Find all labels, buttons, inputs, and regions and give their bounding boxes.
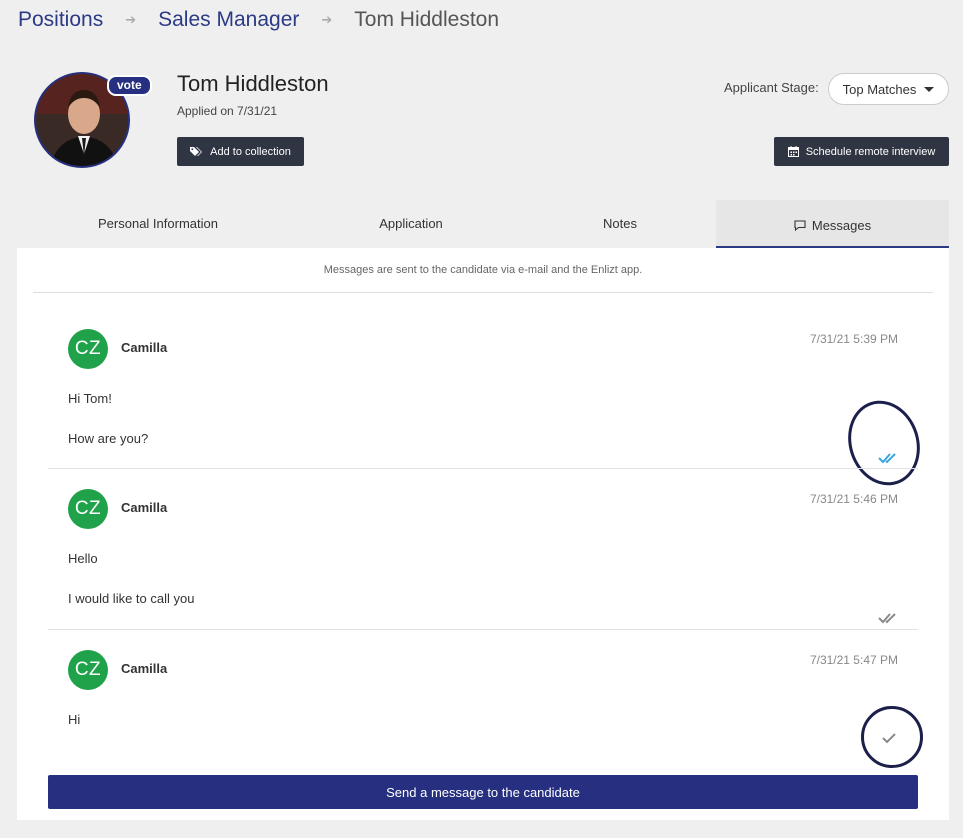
avatar: CZ bbox=[68, 489, 108, 529]
messages-note: Messages are sent to the candidate via e… bbox=[323, 264, 643, 276]
send-message-button[interactable]: Send a message to the candidate bbox=[48, 775, 918, 809]
message-item: CZ Camilla 7/31/21 5:46 PM Hello I would… bbox=[48, 469, 918, 629]
message-item: CZ Camilla 7/31/21 5:39 PM Hi Tom! How a… bbox=[48, 293, 918, 468]
add-to-collection-label: Add to collection bbox=[210, 145, 291, 158]
tab-application[interactable]: Application bbox=[299, 200, 523, 246]
tab-label: Messages bbox=[811, 217, 872, 233]
message-text: Hi bbox=[68, 712, 81, 727]
tab-notes[interactable]: Notes bbox=[523, 200, 717, 246]
message-timestamp: 7/31/21 5:47 PM bbox=[809, 653, 898, 667]
tab-label: Application bbox=[379, 215, 443, 231]
message-timestamp: 7/31/21 5:39 PM bbox=[809, 332, 898, 346]
double-check-icon[interactable] bbox=[878, 612, 898, 624]
tab-personal-information[interactable]: Personal Information bbox=[17, 200, 299, 246]
avatar: CZ bbox=[68, 329, 108, 369]
message-text: Hi Tom! bbox=[68, 391, 112, 406]
message-text: Hello bbox=[68, 551, 98, 566]
message-timestamp: 7/31/21 5:46 PM bbox=[809, 492, 898, 506]
applicant-stage-value: Top Matches bbox=[842, 81, 917, 97]
calendar-icon bbox=[787, 146, 799, 157]
breadcrumb-positions[interactable]: Positions bbox=[18, 8, 103, 32]
message-text: I would like to call you bbox=[68, 591, 195, 606]
applied-date: Applied on 7/31/21 bbox=[177, 104, 278, 118]
breadcrumb-current: Tom Hiddleston bbox=[354, 8, 500, 31]
chevron-down-icon bbox=[924, 86, 935, 92]
avatar: CZ bbox=[68, 650, 108, 690]
candidate-tabs: Personal Information Application Notes M… bbox=[17, 200, 949, 248]
arrow-right-icon: ➔ bbox=[321, 12, 333, 27]
message-author: Camilla bbox=[121, 340, 168, 355]
messages-panel: Messages are sent to the candidate via e… bbox=[17, 248, 949, 820]
breadcrumb: Positions ➔ Sales Manager ➔ Tom Hiddlest… bbox=[18, 6, 499, 34]
arrow-right-icon: ➔ bbox=[125, 12, 137, 27]
message-author: Camilla bbox=[121, 661, 168, 676]
applicant-stage-dropdown[interactable]: Top Matches bbox=[828, 73, 949, 105]
schedule-remote-interview-button[interactable]: Schedule remote interview bbox=[774, 137, 949, 166]
add-to-collection-button[interactable]: Add to collection bbox=[177, 137, 304, 166]
schedule-label: Schedule remote interview bbox=[805, 145, 936, 158]
message-text: How are you? bbox=[68, 431, 149, 446]
candidate-name: Tom Hiddleston bbox=[177, 71, 329, 96]
applicant-stage-label: Applicant Stage: bbox=[724, 80, 819, 95]
message-item: CZ Camilla 7/31/21 5:47 PM Hi bbox=[48, 630, 918, 765]
tab-label: Notes bbox=[603, 215, 637, 231]
vote-badge[interactable]: vote bbox=[107, 75, 152, 96]
tag-icon bbox=[190, 147, 203, 156]
annotation-circle bbox=[861, 706, 923, 768]
tab-label: Personal Information bbox=[98, 215, 218, 231]
tab-messages[interactable]: Messages bbox=[716, 200, 949, 248]
candidate-avatar-wrap: vote bbox=[34, 72, 152, 168]
message-author: Camilla bbox=[121, 500, 168, 515]
chat-bubble-icon bbox=[794, 219, 806, 231]
breadcrumb-sales-manager[interactable]: Sales Manager bbox=[158, 8, 299, 32]
